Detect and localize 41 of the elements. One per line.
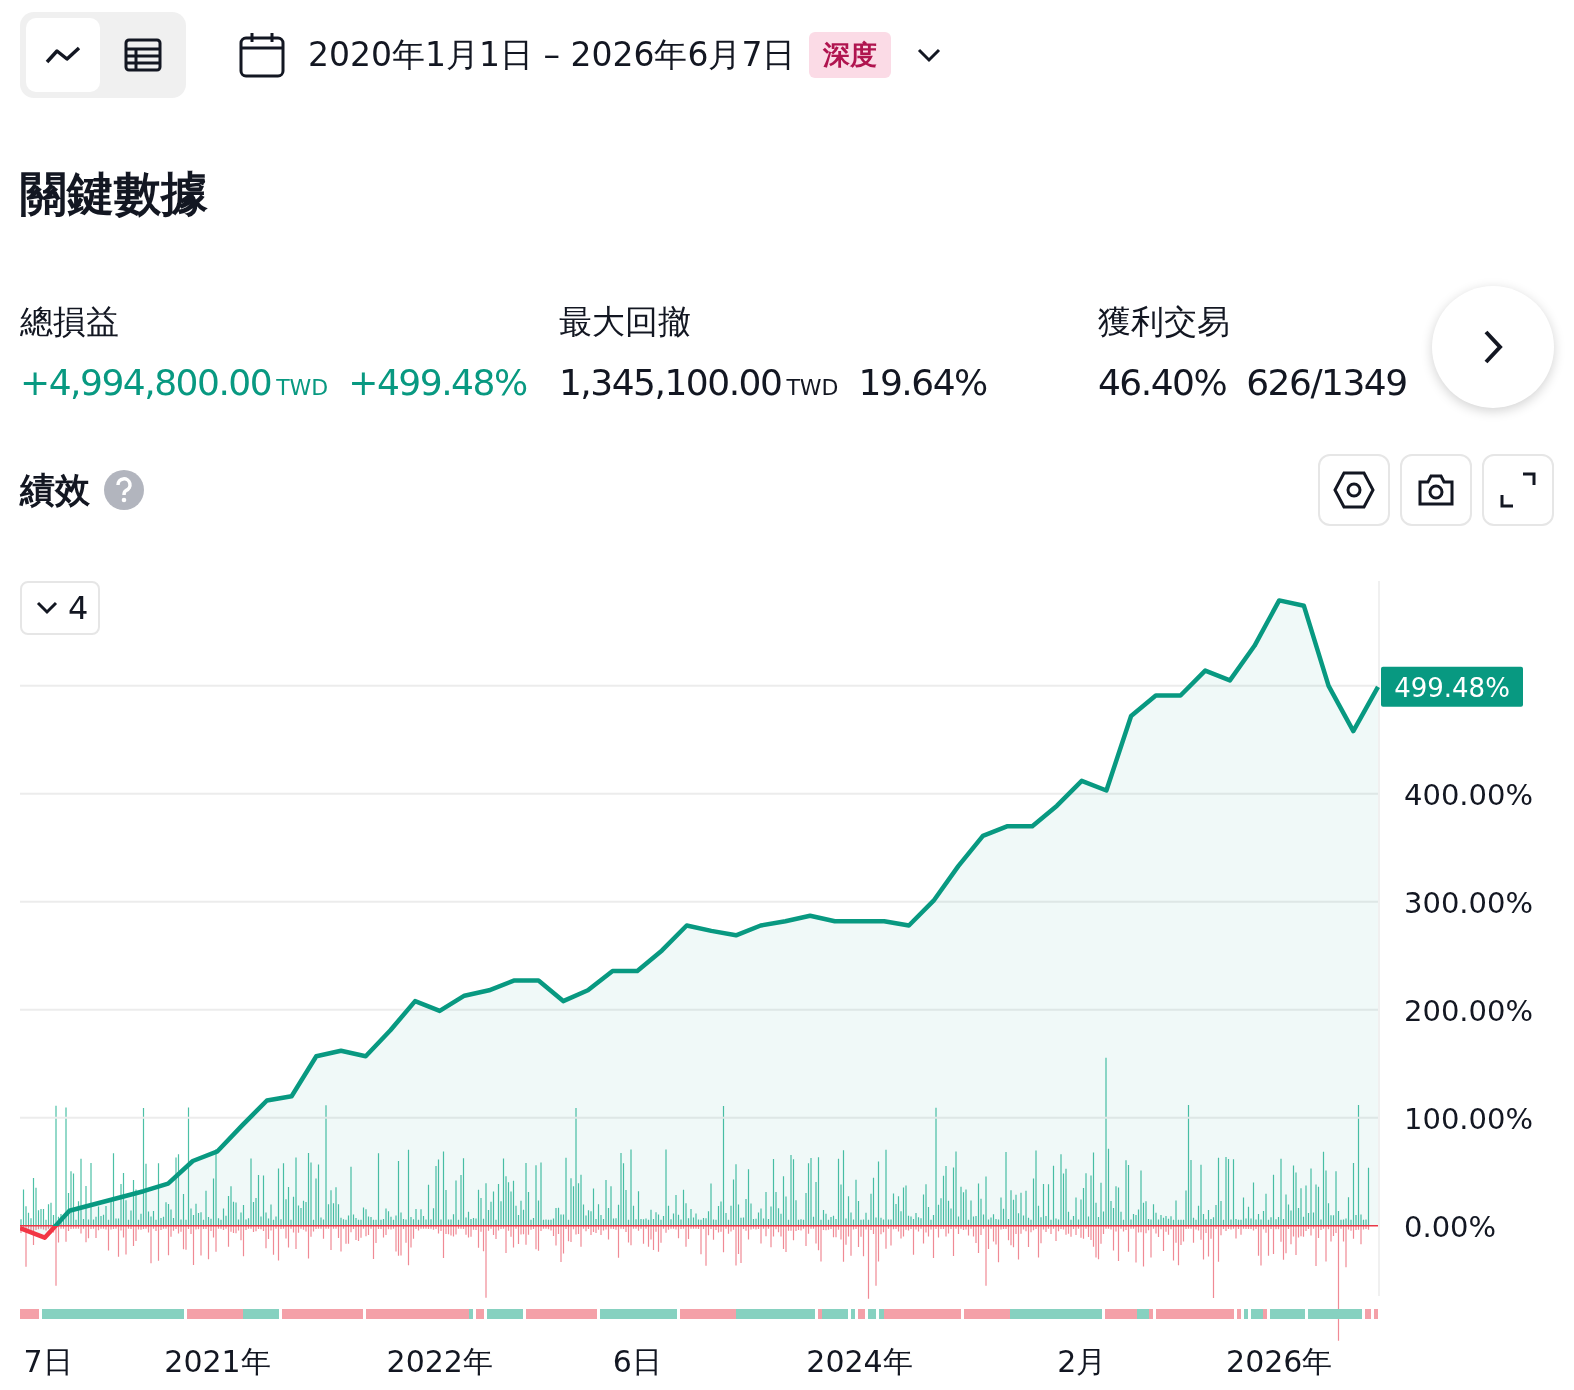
metric-value: 46.40% — [1097, 362, 1227, 404]
calendar-icon — [238, 31, 286, 79]
metric-label: 獲利交易 — [1097, 303, 1231, 341]
currency-unit: TWD — [276, 375, 329, 401]
metric-label: 最大回撤 — [558, 303, 692, 341]
currency-unit: TWD — [786, 375, 839, 401]
chevron-down-icon — [36, 601, 58, 616]
depth-badge: 深度 — [809, 32, 892, 78]
x-axis-label: 2026年 — [1226, 1344, 1333, 1380]
fullscreen-button[interactable] — [1482, 454, 1554, 527]
metric-value: +4,994,800.00 — [20, 362, 272, 404]
section-heading: 關鍵數據 — [20, 166, 209, 223]
camera-icon — [1417, 473, 1455, 508]
chart-view-tab[interactable] — [26, 18, 100, 92]
x-axis-label: 2021年 — [164, 1344, 271, 1380]
metric-secondary-value: 626/1349 — [1246, 362, 1407, 404]
x-axis-label: 7日 — [23, 1344, 73, 1380]
line-chart-icon — [45, 45, 81, 65]
y-axis-label: 400.00% — [1404, 778, 1534, 813]
legend-toggle-button[interactable]: 4 — [20, 581, 101, 636]
y-axis-label: 300.00% — [1404, 886, 1534, 921]
metric-secondary-value: +499.48% — [348, 362, 527, 404]
settings-icon — [1333, 471, 1375, 510]
y-axis-label: 100.00% — [1404, 1102, 1534, 1137]
expand-icon — [1499, 471, 1537, 510]
section-title: 績效 — [20, 468, 90, 512]
y-axis-label: 0.00% — [1404, 1210, 1497, 1245]
y-axis-label: 200.00% — [1404, 994, 1534, 1029]
screenshot-button[interactable] — [1400, 454, 1472, 527]
metric-value: 1,345,100.00 — [558, 362, 782, 404]
metric-label: 總損益 — [20, 303, 120, 341]
chevron-right-icon — [1482, 329, 1505, 366]
date-range[interactable]: 2020年1月1日 – 2026年6月7日 — [308, 32, 796, 78]
x-axis-label: 6日 — [612, 1344, 662, 1380]
table-icon — [124, 38, 162, 72]
metric-secondary-value: 19.64% — [858, 362, 987, 404]
value-badge: 499.48% — [1381, 667, 1523, 708]
x-axis-label: 2月 — [1057, 1344, 1107, 1380]
settings-button[interactable] — [1318, 454, 1390, 527]
x-axis-label: 2024年 — [806, 1344, 913, 1380]
x-axis-label: 2022年 — [386, 1344, 493, 1380]
